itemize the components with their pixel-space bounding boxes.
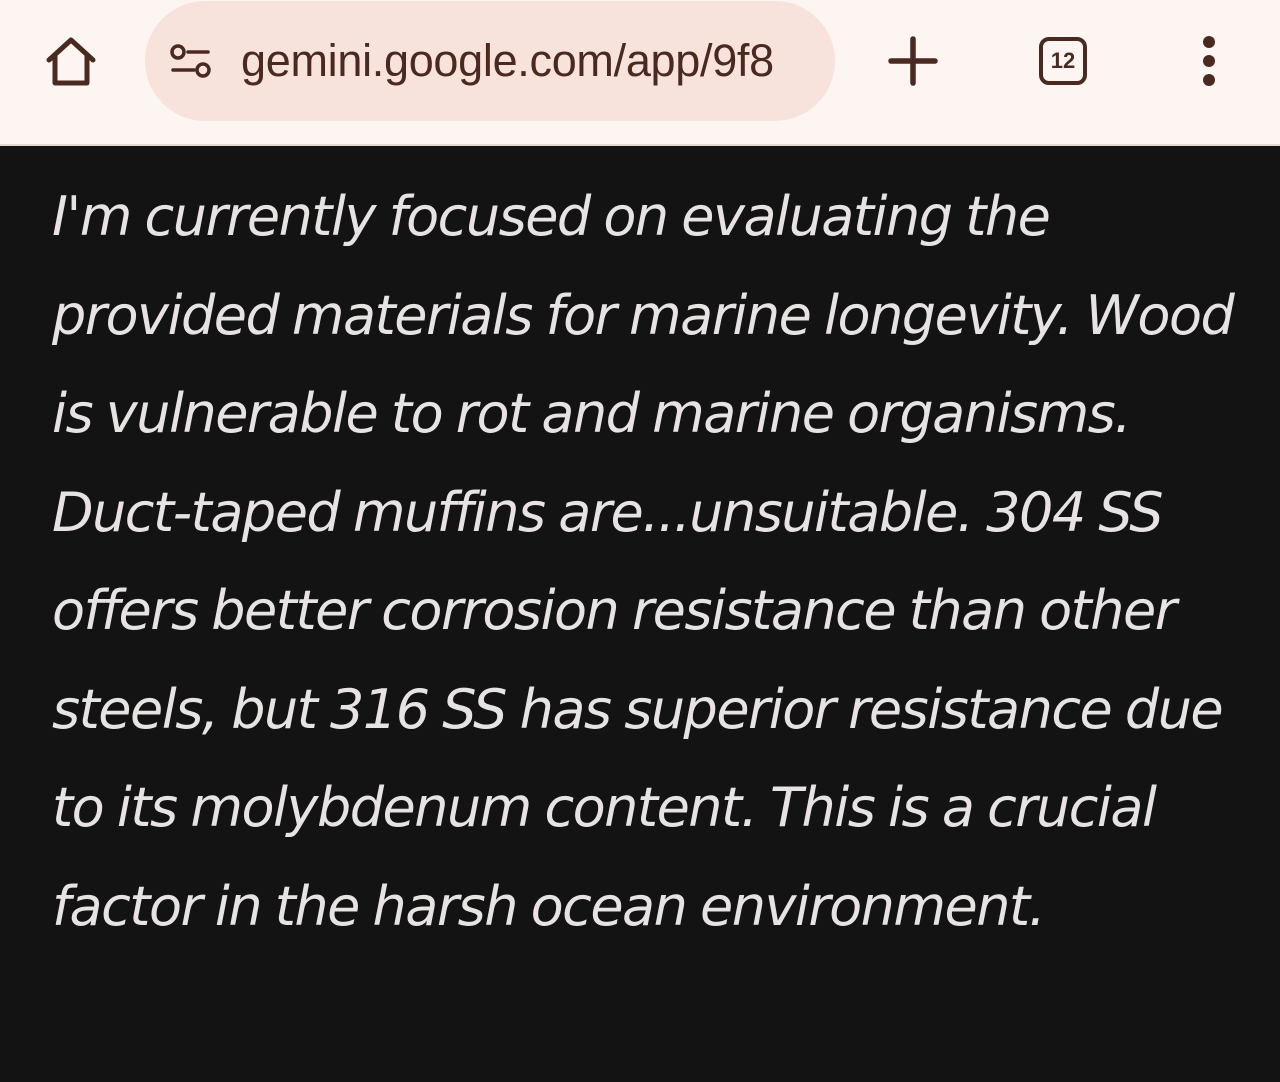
- tab-count: 12: [1050, 48, 1076, 73]
- more-menu-button[interactable]: [1168, 20, 1250, 102]
- browser-toolbar: gemini.google.com/app/9f8 12: [0, 0, 1280, 146]
- home-button[interactable]: [30, 20, 112, 102]
- new-tab-button[interactable]: [872, 20, 954, 102]
- url-text: gemini.google.com/app/9f8: [241, 35, 774, 86]
- tab-switcher-button[interactable]: 12: [1022, 20, 1104, 102]
- home-icon: [46, 37, 96, 86]
- site-settings-icon: [170, 44, 211, 78]
- page-content: I'm currently focused on evaluating the …: [0, 148, 1280, 1082]
- tab-switcher-icon: 12: [1039, 37, 1087, 85]
- thought-paragraph: I'm currently focused on evaluating the …: [52, 185, 1235, 938]
- site-info-button[interactable]: [165, 39, 217, 83]
- plus-icon: [888, 36, 938, 86]
- more-vert-icon: [1203, 36, 1215, 86]
- address-bar[interactable]: gemini.google.com/app/9f8: [145, 1, 835, 121]
